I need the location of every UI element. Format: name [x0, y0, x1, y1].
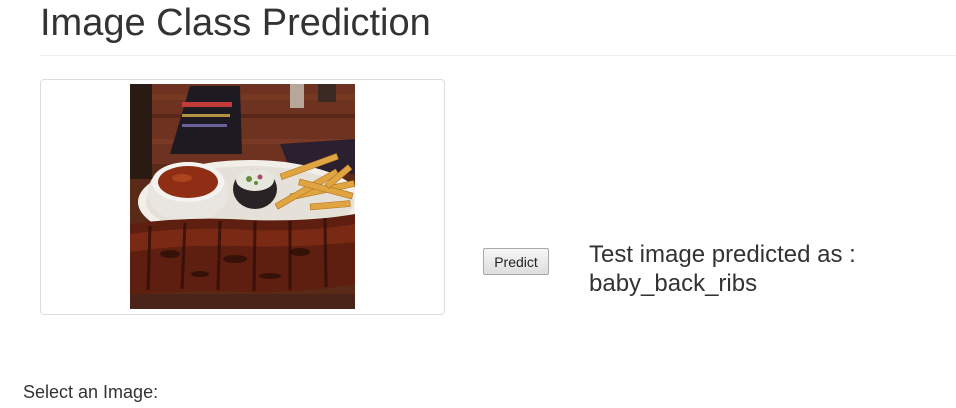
page-title: Image Class Prediction — [40, 2, 431, 44]
title-divider — [40, 55, 956, 56]
select-image-label: Select an Image: — [23, 382, 159, 402]
prediction-label: baby_back_ribs — [589, 270, 758, 297]
prediction-result: Test image predicted as : baby_back_ribs — [589, 240, 929, 298]
image-preview-panel — [40, 79, 445, 315]
prediction-prefix: Test image predicted as : — [589, 241, 856, 268]
predict-button[interactable]: Predict — [483, 248, 549, 275]
food-image — [130, 84, 355, 309]
